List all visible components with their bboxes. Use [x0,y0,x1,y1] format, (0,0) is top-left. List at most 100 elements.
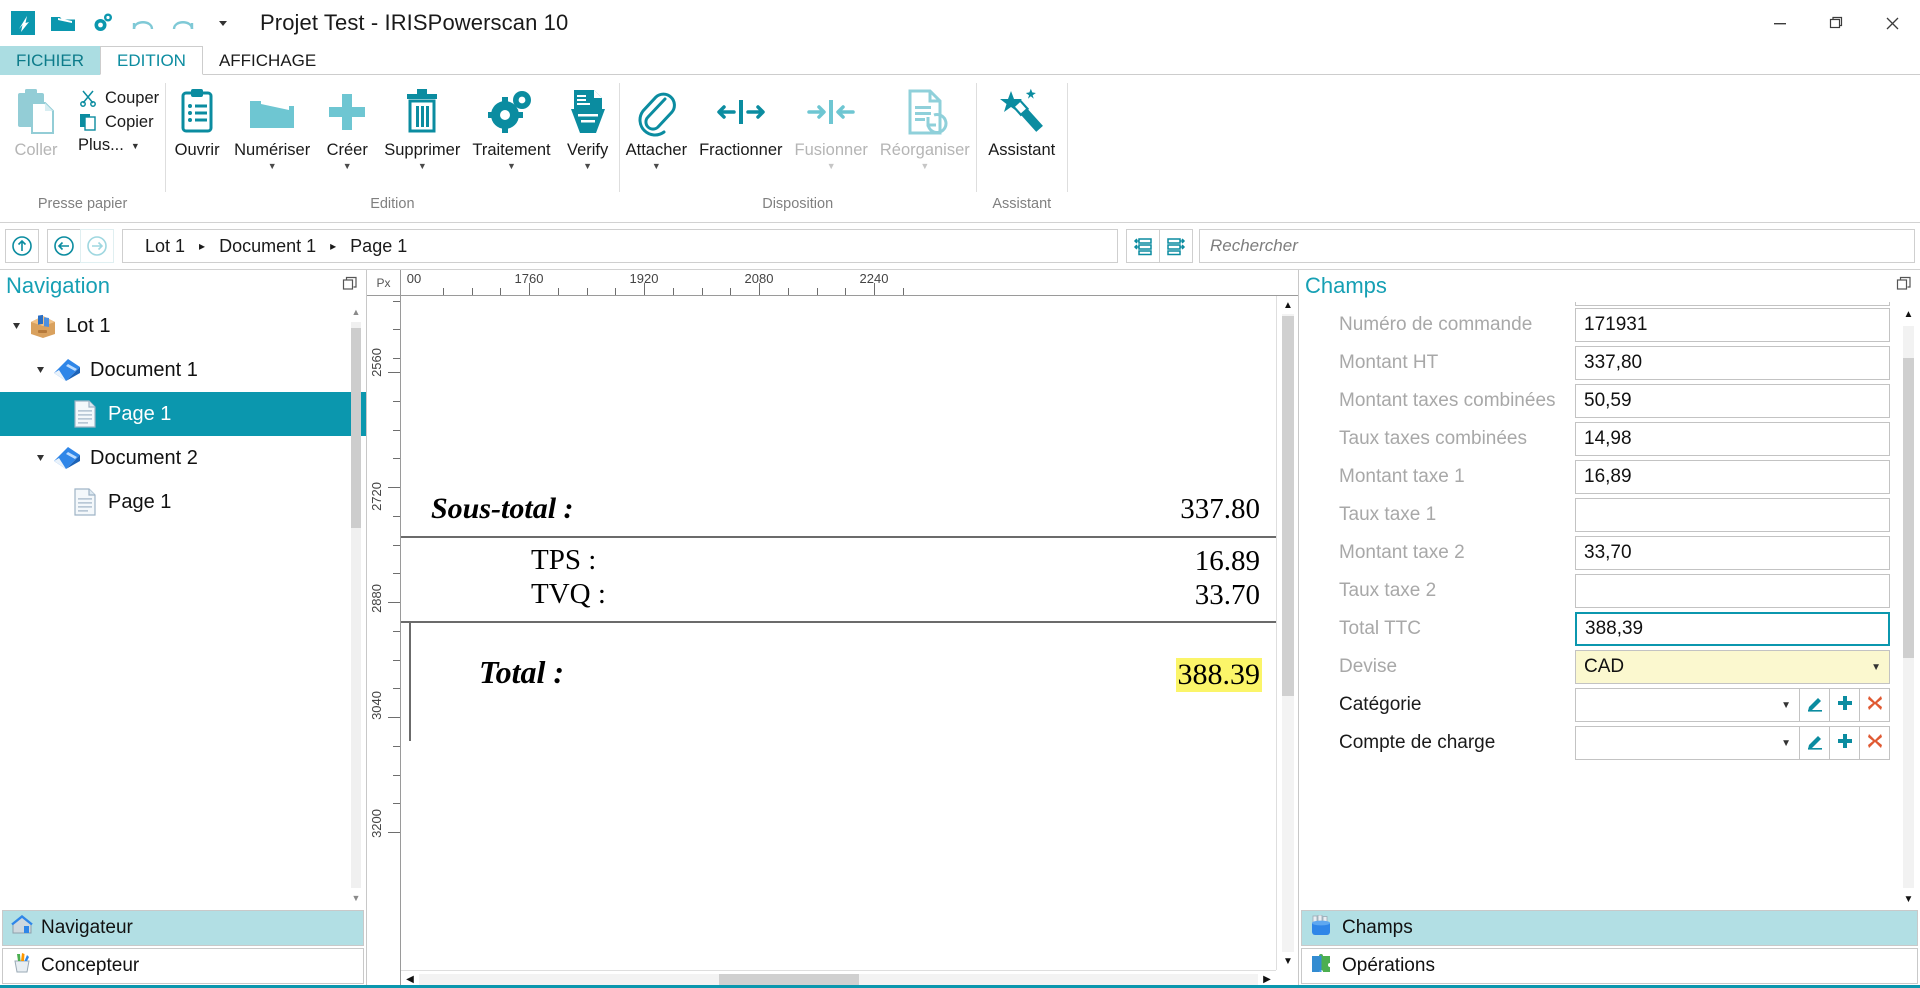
edit-compte-button[interactable] [1800,726,1830,760]
scroll-left-icon[interactable]: ◀ [401,974,419,985]
field-value-taux-taxe-1[interactable] [1575,498,1890,532]
close-icon[interactable] [1864,3,1920,43]
field-value-numero-de-commande[interactable]: 171931 [1575,308,1890,342]
chevron-down-icon[interactable]: ▼ [507,161,516,171]
scrollbar-thumb[interactable] [1282,316,1294,696]
scroll-up-icon[interactable]: ▲ [350,306,362,318]
invoice-tps-value: 16.89 [1194,545,1260,577]
expand-arrow-icon[interactable] [32,365,50,375]
tree-item-page-1-doc2[interactable]: Page 1 [0,480,366,524]
cut-button[interactable]: Couper [72,87,165,109]
creer-button[interactable]: Créer ▼ [316,81,378,171]
traitement-button[interactable]: Traitement ▼ [466,81,556,171]
collapse-all-button[interactable] [1126,229,1160,263]
delete-categorie-button[interactable] [1860,688,1890,722]
undo-icon[interactable] [128,8,158,38]
pin-panel-icon[interactable] [342,276,358,297]
field-value-taux-taxes-combinees[interactable]: 14,98 [1575,422,1890,456]
fractionner-button[interactable]: Fractionner [693,81,788,160]
reorder-page-icon [902,85,948,139]
chevron-down-icon[interactable]: ▼ [418,161,427,171]
redo-icon[interactable] [168,8,198,38]
field-value-numero-de-facture[interactable]: 38261 [1575,302,1890,306]
navigation-scrollbar[interactable]: ▲ ▼ [348,306,364,904]
search-box[interactable] [1199,229,1915,263]
field-value-total-ttc[interactable]: 388,39 [1575,612,1890,646]
copy-button[interactable]: Copier [72,111,165,133]
panel-tab-concepteur[interactable]: Concepteur [2,948,364,984]
reorganiser-button[interactable]: Réorganiser ▼ [874,81,976,171]
field-value-montant-taxe-1[interactable]: 16,89 [1575,460,1890,494]
chevron-down-icon[interactable] [208,8,238,38]
search-input[interactable] [1210,236,1904,256]
breadcrumb-item-document[interactable]: Document 1 [209,236,326,257]
tab-affichage[interactable]: AFFICHAGE [203,46,332,75]
paste-button[interactable]: Coller [0,81,72,160]
panel-tab-champs[interactable]: Champs [1301,910,1918,946]
field-value-compte-de-charge[interactable]: ▼ [1575,726,1800,760]
add-compte-button[interactable] [1830,726,1860,760]
scroll-up-icon[interactable]: ▲ [1902,308,1915,321]
field-value-montant-ht[interactable]: 337,80 [1575,346,1890,380]
back-button[interactable] [47,229,81,263]
field-value-categorie[interactable]: ▼ [1575,688,1800,722]
chevron-down-icon[interactable]: ▼ [827,161,836,171]
supprimer-button[interactable]: Supprimer ▼ [378,81,466,171]
scrollbar-track[interactable] [419,974,1258,985]
minimize-icon[interactable] [1752,3,1808,43]
viewer-vertical-scrollbar[interactable]: ▲ ▼ [1276,296,1298,970]
page-canvas[interactable]: Sous-total : 337.80 TPS : 16.89 TVQ : 33… [401,296,1298,988]
breadcrumb-item-page[interactable]: Page 1 [340,236,417,257]
scroll-down-icon[interactable]: ▼ [350,892,362,904]
expand-arrow-icon[interactable] [32,453,50,463]
ouvrir-button[interactable]: Ouvrir [166,81,228,160]
tree-item-document-2[interactable]: Document 2 [0,436,366,480]
forward-button[interactable] [80,229,114,263]
tab-edition[interactable]: EDITION [100,46,203,75]
panel-tab-navigateur[interactable]: Navigateur [2,910,364,946]
assistant-button[interactable]: Assistant [977,81,1067,160]
chevron-down-icon[interactable]: ▼ [583,161,592,171]
app-logo-icon[interactable] [8,8,38,38]
chevron-down-icon[interactable]: ▼ [920,161,929,171]
scrollbar-thumb[interactable] [719,974,859,985]
field-value-devise[interactable]: CAD ▼ [1575,650,1890,684]
chevron-down-icon[interactable]: ▼ [1871,662,1881,673]
panel-tab-operations[interactable]: Opérations [1301,948,1918,984]
up-level-button[interactable] [5,229,39,263]
delete-compte-button[interactable] [1860,726,1890,760]
verify-button[interactable]: Verify ▼ [557,81,619,171]
numeriser-button[interactable]: Numériser ▼ [228,81,316,171]
open-folder-icon[interactable] [48,8,78,38]
add-categorie-button[interactable] [1830,688,1860,722]
chevron-down-icon[interactable]: ▼ [1781,738,1791,749]
pin-panel-icon[interactable] [1896,276,1912,297]
settings-gear-icon[interactable] [88,8,118,38]
fusionner-button[interactable]: Fusionner ▼ [789,81,874,171]
scroll-down-icon[interactable]: ▼ [1281,954,1295,968]
tab-fichier[interactable]: FICHIER [0,46,100,75]
chevron-down-icon[interactable]: ▼ [1781,700,1791,711]
expand-arrow-icon[interactable] [8,321,26,331]
attacher-button[interactable]: Attacher ▼ [620,81,693,171]
chevron-down-icon[interactable]: ▼ [268,161,277,171]
champs-scrollbar[interactable]: ▲ ▼ [1900,308,1916,906]
field-value-taux-taxe-2[interactable] [1575,574,1890,608]
field-value-montant-taxe-2[interactable]: 33,70 [1575,536,1890,570]
tree-item-document-1[interactable]: Document 1 [0,348,366,392]
scroll-right-icon[interactable]: ▶ [1258,974,1276,985]
tree-item-lot-1[interactable]: Lot 1 [0,304,366,348]
field-value-montant-taxes-combinees[interactable]: 50,59 [1575,384,1890,418]
scroll-up-icon[interactable]: ▲ [1281,298,1295,312]
tree-item-page-1-doc1[interactable]: Page 1 [0,392,366,436]
expand-all-button[interactable] [1159,229,1193,263]
chevron-down-icon[interactable]: ▼ [343,161,352,171]
scrollbar-thumb[interactable] [1903,358,1914,658]
edit-categorie-button[interactable] [1800,688,1830,722]
scrollbar-thumb[interactable] [351,328,361,528]
chevron-down-icon[interactable]: ▼ [652,161,661,171]
restore-icon[interactable] [1808,3,1864,43]
more-button[interactable]: Plus... ▼ [72,135,165,156]
scroll-down-icon[interactable]: ▼ [1902,893,1915,906]
breadcrumb-item-lot[interactable]: Lot 1 [135,236,195,257]
